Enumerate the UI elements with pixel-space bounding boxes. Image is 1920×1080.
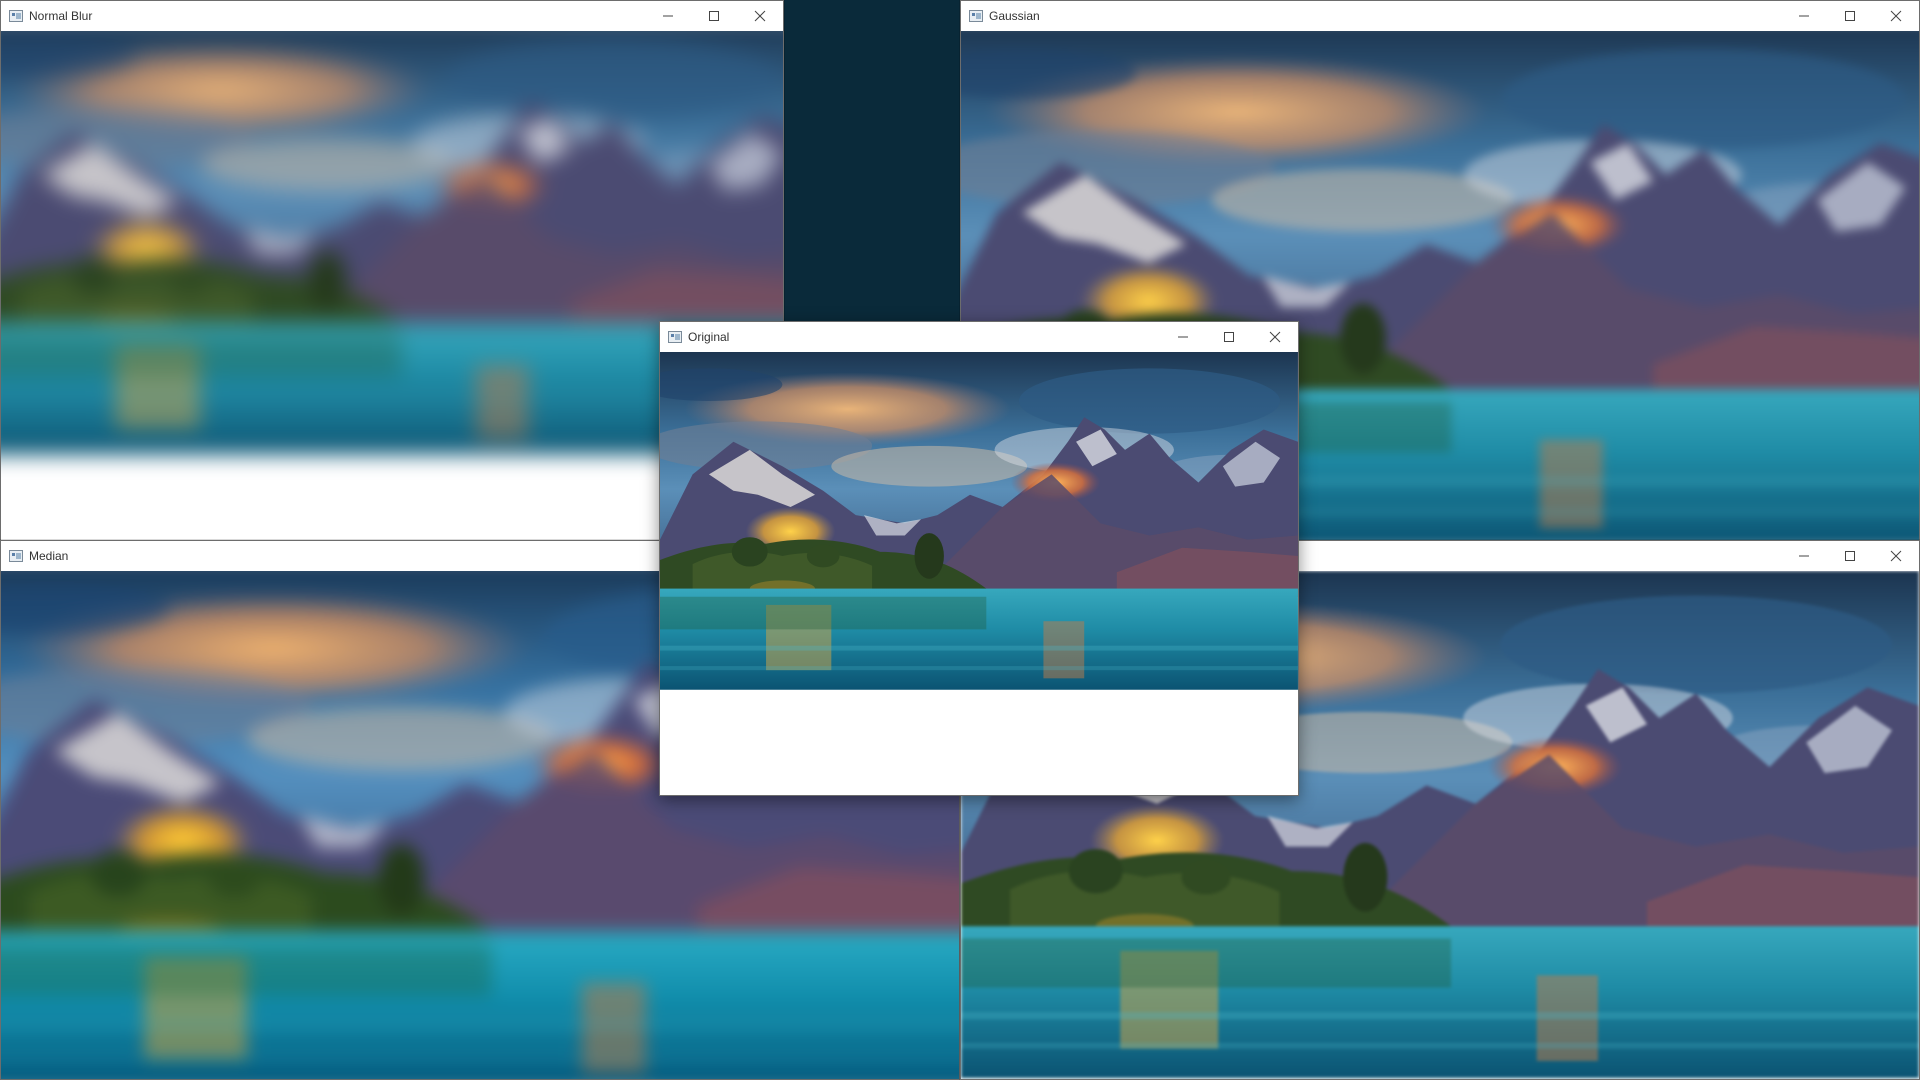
titlebar[interactable]: Gaussian [961,1,1919,31]
minimize-icon[interactable] [1160,322,1206,352]
window-title: Original [688,330,730,344]
window-title: Normal Blur [29,9,93,23]
titlebar[interactable]: Normal Blur [1,1,783,31]
window-original[interactable]: Original [659,321,1299,796]
close-icon[interactable] [1252,322,1298,352]
minimize-icon[interactable] [1781,1,1827,31]
landscape-image [660,352,1298,795]
maximize-icon[interactable] [691,1,737,31]
titlebar[interactable]: Original [660,322,1298,352]
app-icon [668,331,682,343]
close-icon[interactable] [1873,541,1919,571]
window-title: Gaussian [989,9,1040,23]
app-icon [9,10,23,22]
close-icon[interactable] [737,1,783,31]
app-icon [9,550,23,562]
app-icon [969,10,983,22]
close-icon[interactable] [1873,1,1919,31]
image-view [660,352,1298,795]
minimize-icon[interactable] [1781,541,1827,571]
maximize-icon[interactable] [1827,1,1873,31]
minimize-icon[interactable] [645,1,691,31]
maximize-icon[interactable] [1206,322,1252,352]
maximize-icon[interactable] [1827,541,1873,571]
window-title: Median [29,549,69,563]
